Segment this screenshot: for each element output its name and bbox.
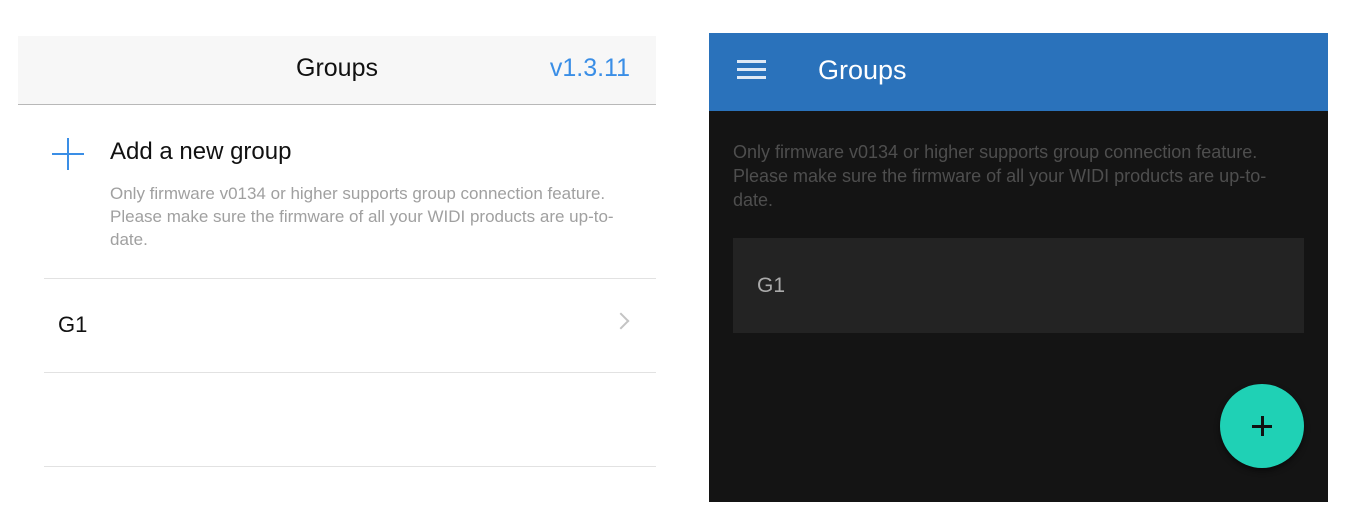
divider xyxy=(44,466,656,467)
version-label[interactable]: v1.3.11 xyxy=(550,54,630,83)
page-title: Groups xyxy=(818,55,907,85)
chevron-right-icon xyxy=(612,312,630,330)
divider xyxy=(44,372,656,373)
android-groups-screen: Groups Only firmware v0134 or higher sup… xyxy=(709,33,1328,502)
app-bar: Groups xyxy=(709,33,1328,111)
group-card-g1[interactable]: G1 xyxy=(733,238,1304,333)
firmware-note: Only firmware v0134 or higher supports g… xyxy=(733,142,1267,210)
divider xyxy=(44,278,656,279)
add-group-fab[interactable] xyxy=(1220,384,1304,468)
add-group-button[interactable]: Add a new group xyxy=(110,138,291,166)
plus-icon[interactable] xyxy=(52,138,84,170)
hamburger-menu-icon[interactable] xyxy=(737,60,766,80)
group-name: G1 xyxy=(58,312,88,337)
group-name: G1 xyxy=(757,274,786,297)
ios-groups-screen: Groups v1.3.11 Add a new group Only firm… xyxy=(18,36,656,486)
firmware-note: Only firmware v0134 or higher supports g… xyxy=(110,184,614,249)
nav-bar: Groups v1.3.11 xyxy=(18,36,656,105)
